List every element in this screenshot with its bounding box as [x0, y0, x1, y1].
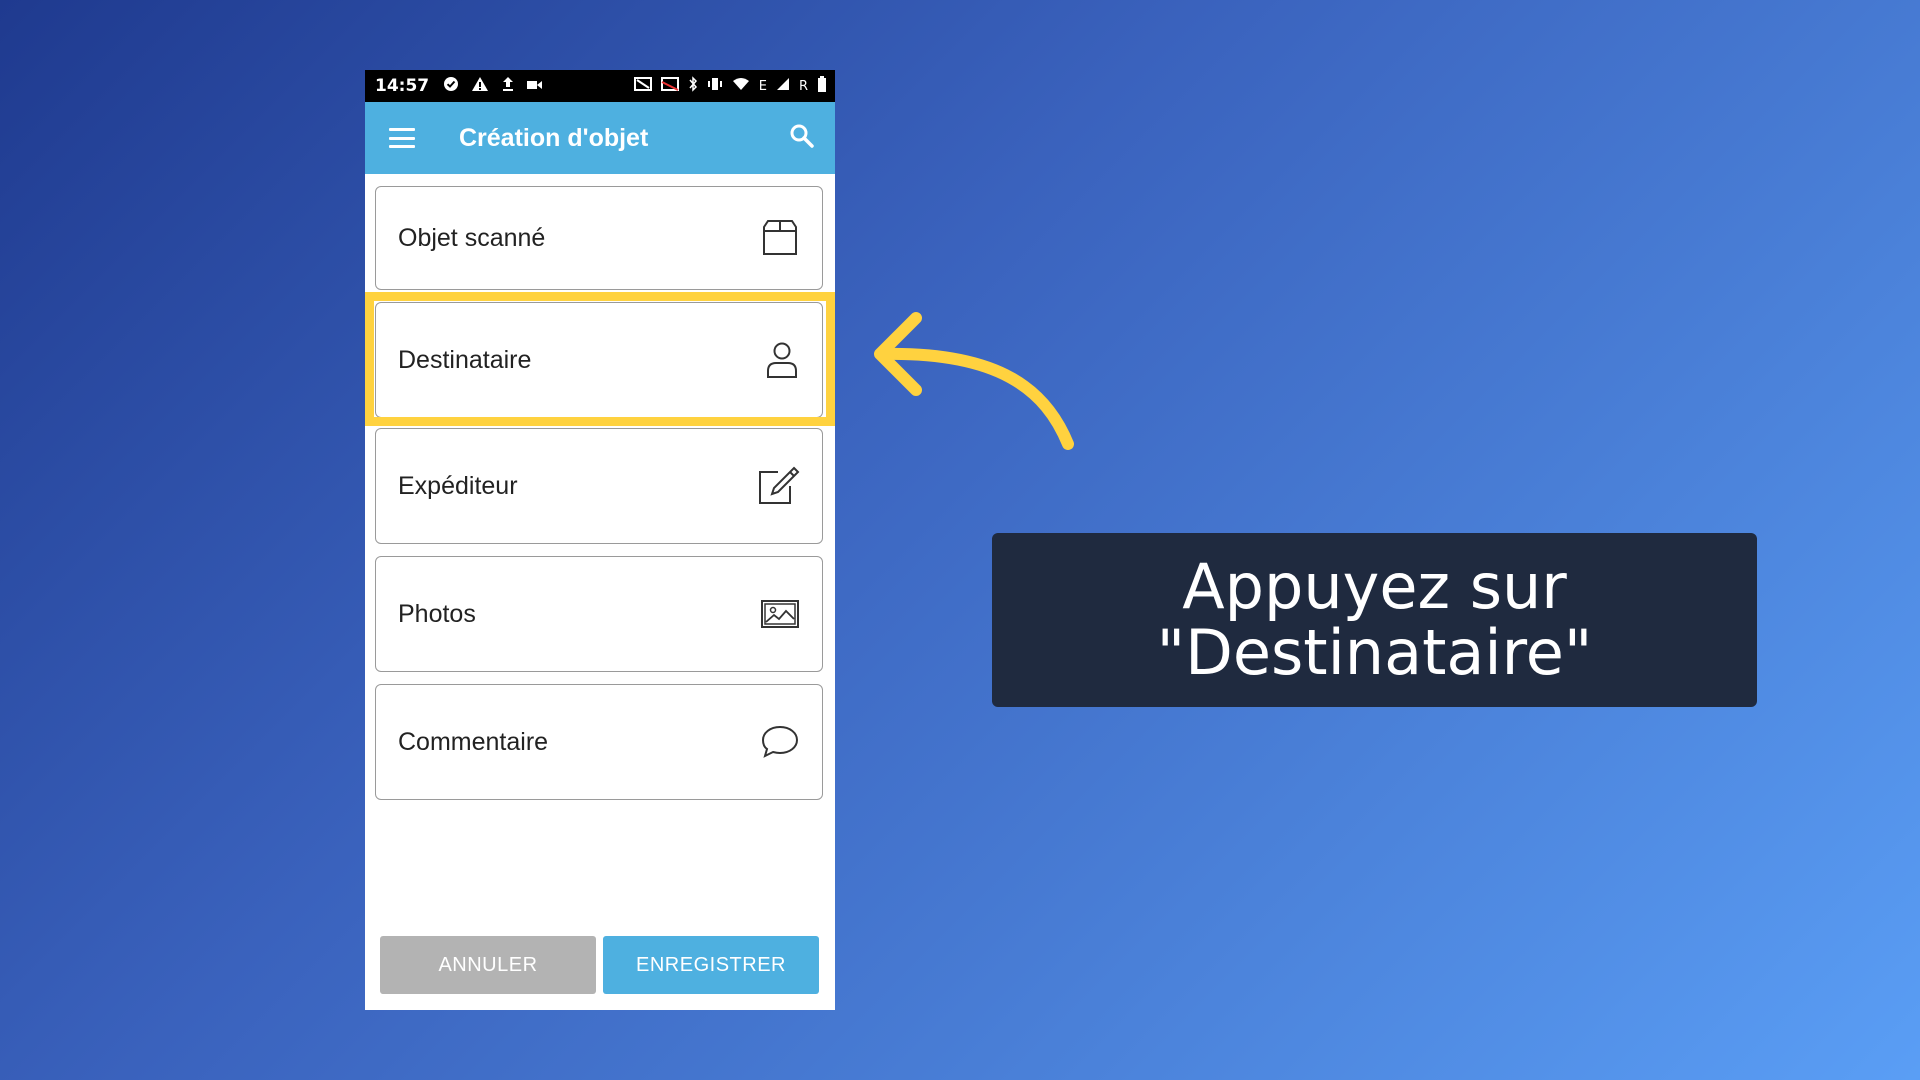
edit-icon — [756, 466, 800, 506]
cancel-button[interactable]: ANNULER — [380, 936, 596, 994]
item-photos[interactable]: Photos — [375, 556, 823, 672]
item-objet-scanne[interactable]: Objet scanné — [375, 186, 823, 290]
instruction-callout: Appuyez sur "Destinataire" — [992, 533, 1757, 707]
item-label: Expéditeur — [398, 471, 518, 500]
status-time: 14:57 — [375, 76, 430, 96]
item-label: Destinataire — [398, 345, 532, 374]
item-label: Photos — [398, 599, 476, 628]
item-destinataire[interactable]: Destinataire — [375, 302, 823, 418]
warning-icon — [471, 76, 489, 97]
battery-icon — [817, 76, 827, 96]
box-icon — [760, 219, 800, 257]
status-bar: 14:57 E R — [365, 70, 835, 102]
item-label: Objet scanné — [398, 223, 546, 252]
video-icon — [527, 76, 543, 96]
callout-line-1: Appuyez sur — [1182, 550, 1567, 623]
bluetooth-icon — [688, 76, 698, 96]
menu-icon[interactable] — [389, 128, 415, 148]
roaming-label: R — [798, 78, 808, 94]
item-label: Commentaire — [398, 727, 549, 756]
item-expediteur[interactable]: Expéditeur — [375, 428, 823, 544]
save-button[interactable]: ENREGISTRER — [603, 936, 819, 994]
image-icon — [760, 599, 800, 629]
network-type-label: E — [758, 78, 767, 94]
nfc-icon — [633, 77, 652, 95]
app-bar: Création d'objet — [365, 102, 835, 174]
comment-icon — [760, 724, 800, 760]
person-icon — [764, 340, 800, 380]
cast-icon — [660, 77, 679, 95]
phone-screen: 14:57 E R Création d'objet Objet scanné … — [365, 70, 835, 1010]
signal-icon — [776, 77, 790, 95]
vibrate-icon — [707, 77, 723, 95]
wifi-icon — [732, 77, 750, 95]
upload-icon — [501, 76, 515, 97]
curved-arrow-icon — [874, 312, 1074, 450]
search-icon[interactable] — [789, 123, 815, 154]
page-title: Création d'objet — [459, 123, 649, 152]
check-circle-icon — [443, 76, 459, 97]
item-commentaire[interactable]: Commentaire — [375, 684, 823, 800]
callout-line-2: "Destinataire" — [1156, 616, 1593, 689]
